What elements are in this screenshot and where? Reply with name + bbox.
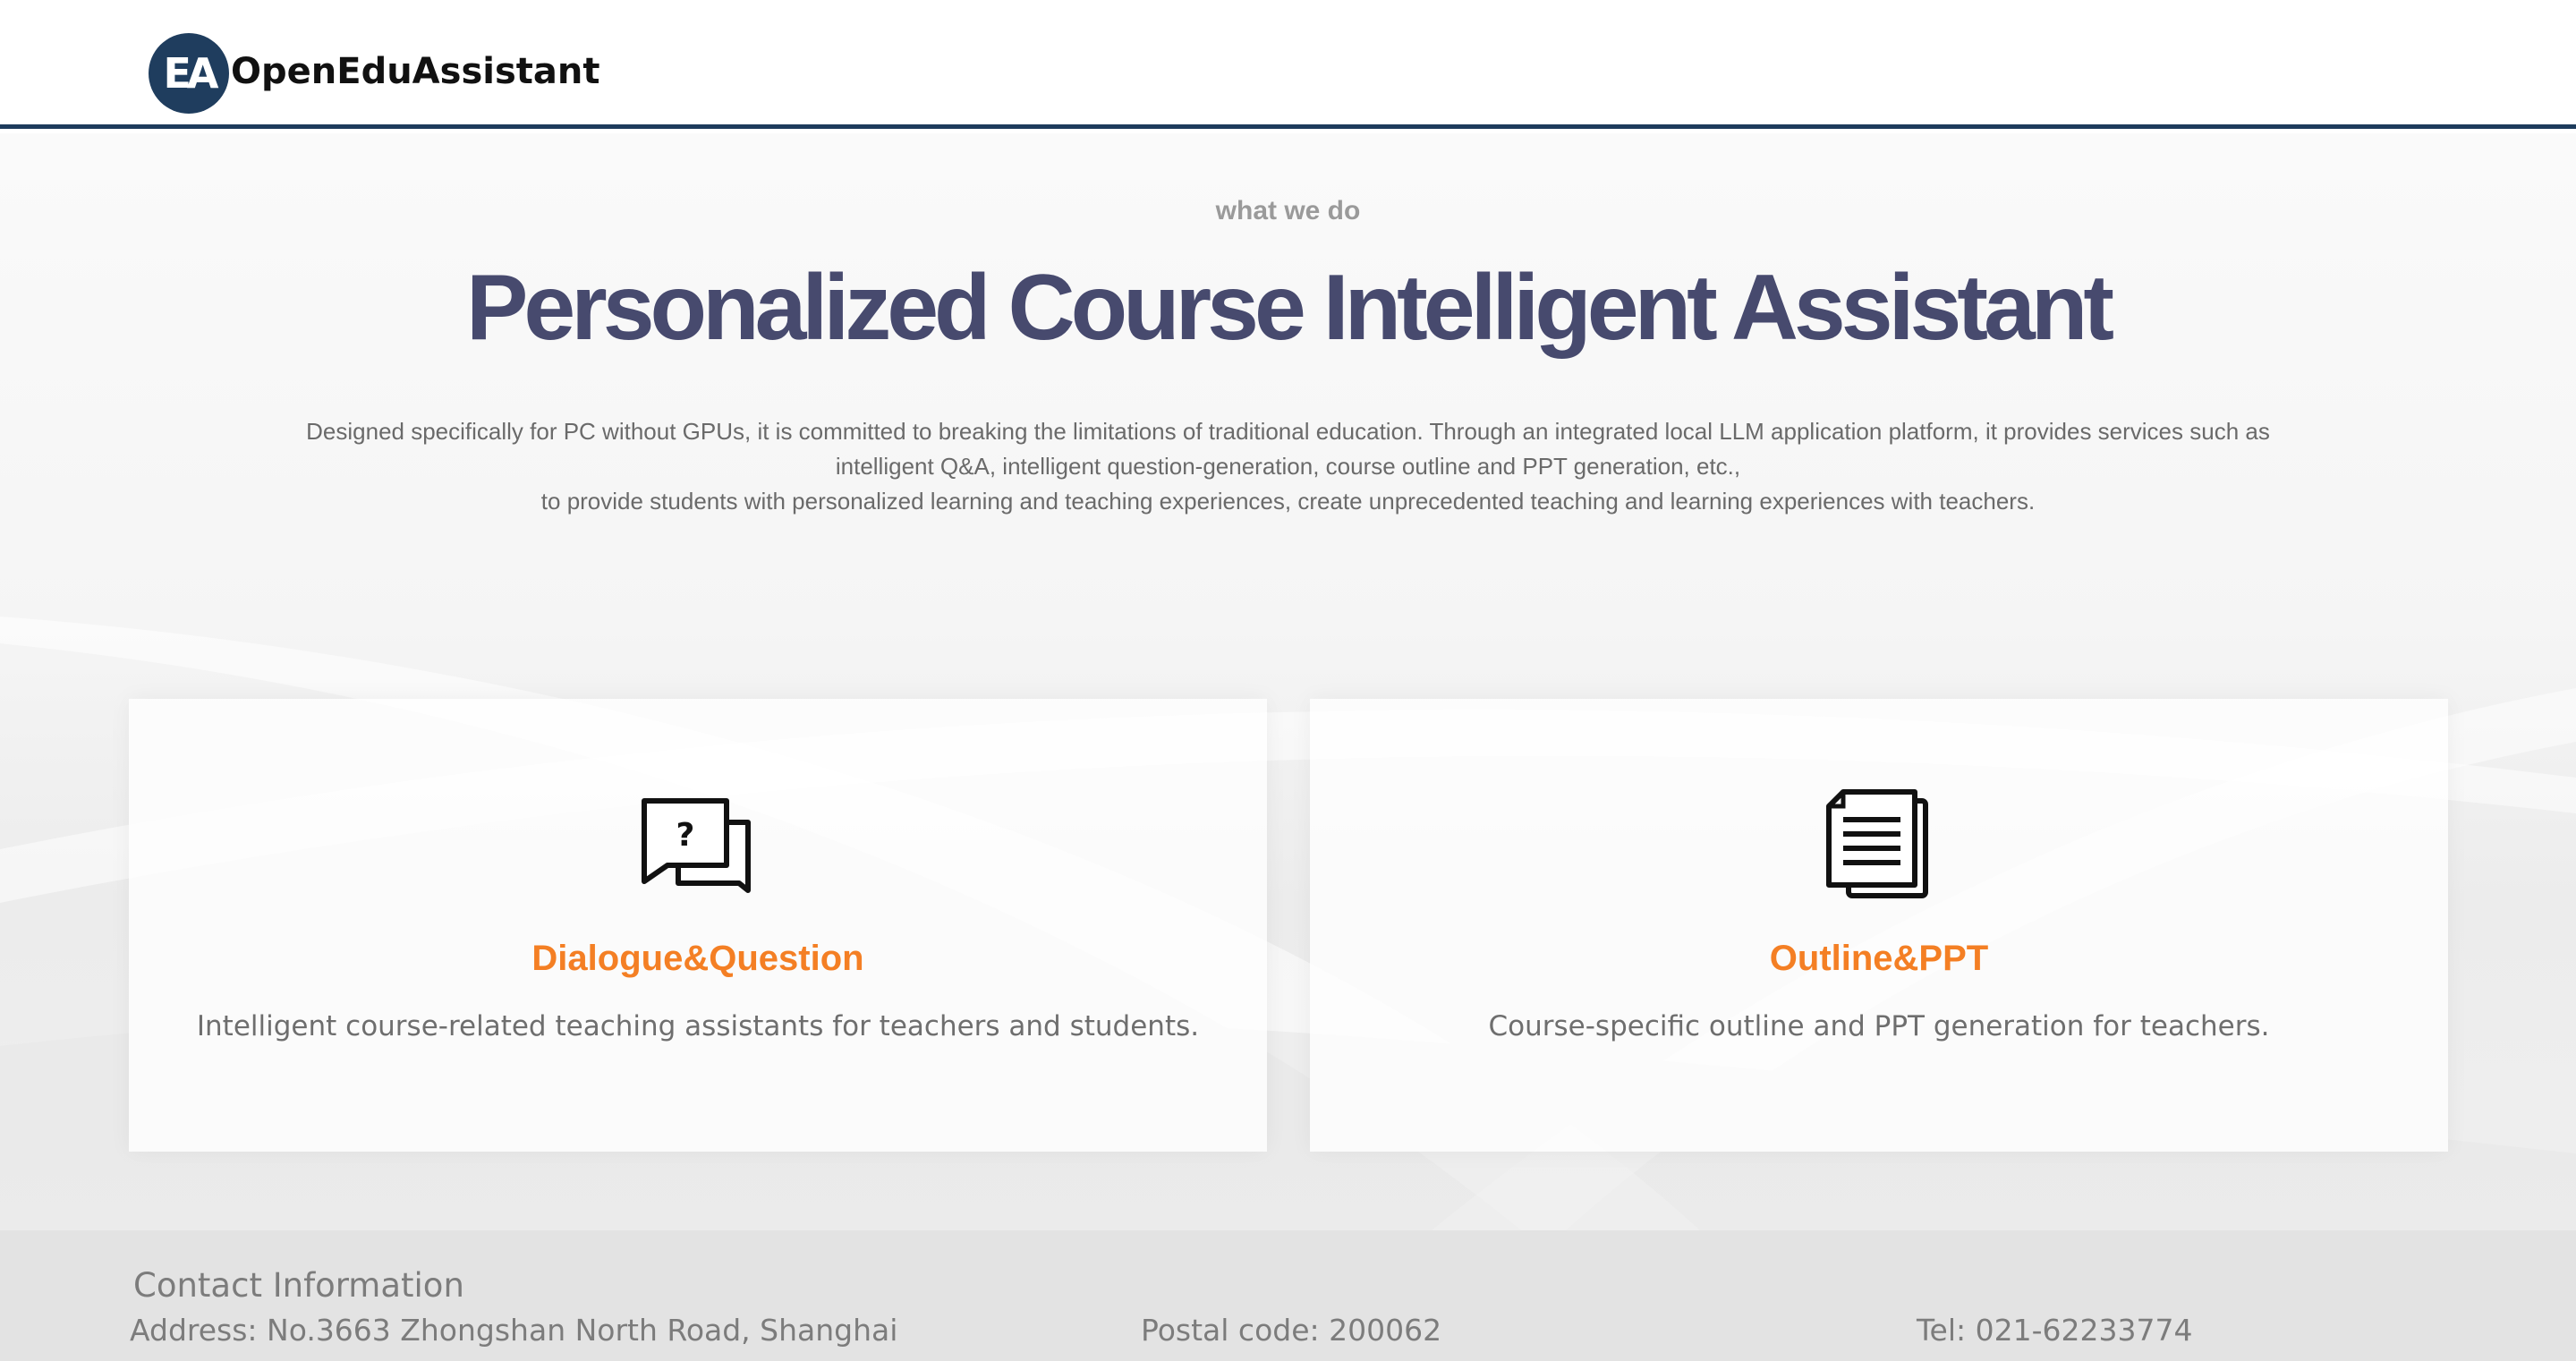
description-line: Designed specifically for PC without GPU… bbox=[306, 418, 2270, 445]
description-line: intelligent Q&A, intelligent question-ge… bbox=[835, 453, 1741, 480]
document-stack-icon bbox=[1826, 789, 1928, 898]
feature-title: Dialogue&Question bbox=[531, 939, 864, 978]
contact-postal-code: Postal code: 200062 bbox=[1141, 1313, 1442, 1348]
feature-card-outline[interactable]: Outline&PPT Course-specific outline and … bbox=[1310, 699, 2448, 1152]
contact-title: Contact Information bbox=[133, 1266, 464, 1305]
feature-card-dialogue[interactable]: ? Dialogue&Question Intelligent course-r… bbox=[129, 699, 1267, 1152]
feature-text: Intelligent course-related teaching assi… bbox=[196, 1010, 1200, 1042]
svg-text:?: ? bbox=[676, 817, 695, 854]
feature-text: Course-specific outline and PPT generati… bbox=[1488, 1010, 2270, 1042]
section-description: Designed specifically for PC without GPU… bbox=[286, 414, 2290, 519]
description-line: to provide students with personalized le… bbox=[540, 488, 2036, 515]
contact-address: Address: No.3663 Zhongshan North Road, S… bbox=[130, 1313, 898, 1348]
site-footer: Contact Information Address: No.3663 Zho… bbox=[0, 1230, 2576, 1361]
feature-title: Outline&PPT bbox=[1769, 939, 1989, 978]
brand-name[interactable]: OpenEduAssistant bbox=[231, 47, 599, 97]
page-title: Personalized Course Intelligent Assistan… bbox=[466, 256, 2114, 360]
section-eyebrow: what we do bbox=[1215, 196, 1361, 225]
site-header: EA OpenEduAssistant bbox=[0, 0, 2576, 129]
contact-phone: Tel: 021-62233774 bbox=[1917, 1313, 2193, 1348]
what-we-do-section: what we do Personalized Course Intellige… bbox=[0, 133, 2576, 1230]
logo-icon[interactable]: EA bbox=[149, 33, 229, 114]
chat-question-icon: ? bbox=[642, 798, 751, 893]
